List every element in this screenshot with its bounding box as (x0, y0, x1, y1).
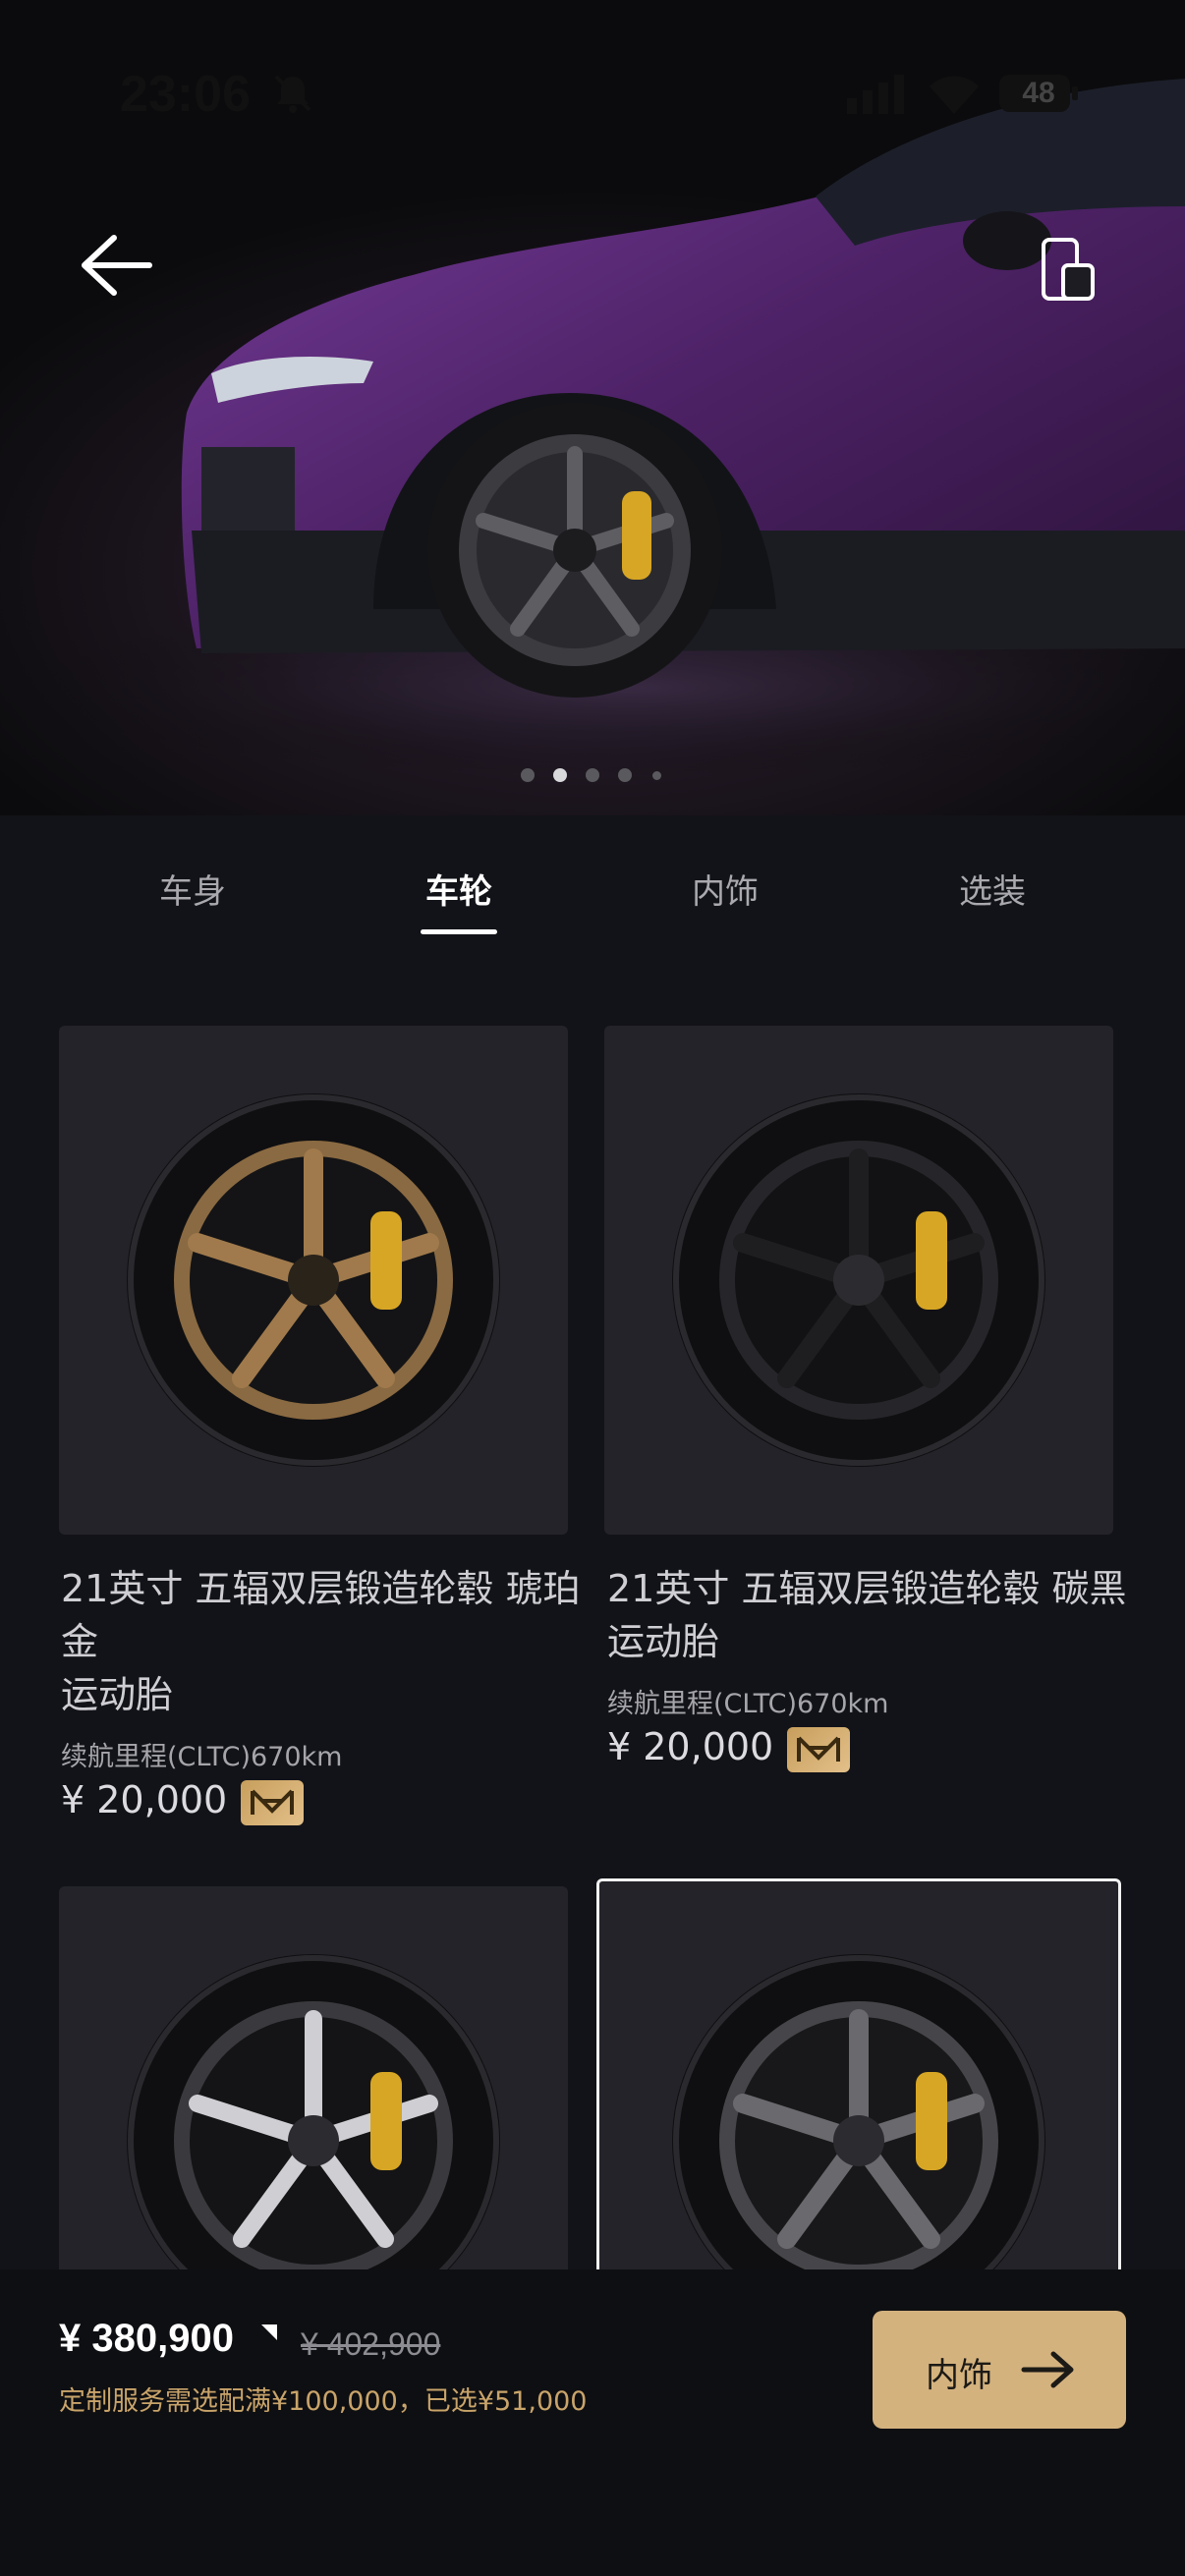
carbon-black-wheel-image (672, 1093, 1045, 1467)
hero-car-image: 23:06 48 (0, 0, 1185, 815)
price-row: ¥ 20,000 (607, 1725, 851, 1772)
option-price: ¥ 20,000 (607, 1725, 774, 1768)
option-price: ¥ 20,000 (61, 1778, 228, 1821)
carousel-dot[interactable] (521, 768, 535, 782)
bottom-price-bar: ¥ 380,900 ¥ 402,900 定制服务需选配满¥100,000，已选¥… (0, 2269, 1185, 2576)
tab-options[interactable]: 选装 (924, 865, 1061, 913)
price-detail-icon[interactable] (261, 2324, 277, 2340)
device-compare-icon[interactable] (1034, 236, 1102, 305)
title-line: 21英寸 五辐双层锻造轮毂 碳黑 (607, 1567, 1127, 1610)
status-time: 23:06 (120, 66, 251, 123)
wheel-option-carbon-black[interactable] (604, 1026, 1113, 1535)
status-bar: 23:06 48 (0, 59, 1185, 128)
muted-bell-icon (274, 75, 311, 113)
next-step-button[interactable]: 内饰 (873, 2311, 1126, 2429)
config-tabs: 车身 车轮 内饰 选装 (0, 855, 1185, 943)
carousel-dot[interactable] (652, 771, 661, 780)
original-price: ¥ 402,900 (301, 2326, 441, 2362)
member-badge-icon (241, 1779, 305, 1825)
title-line: 运动胎 (607, 1620, 720, 1663)
total-price[interactable]: ¥ 380,900 (59, 2317, 234, 2361)
car-illustration (20, 79, 1185, 776)
carousel-dot[interactable] (618, 768, 632, 782)
next-step-label: 内饰 (926, 2356, 992, 2395)
title-line: 运动胎 (61, 1673, 174, 1716)
wifi-icon (930, 76, 979, 114)
range-label: 续航里程(CLTC)670km (61, 1742, 343, 1772)
range-label: 续航里程(CLTC)670km (607, 1689, 889, 1719)
carousel-dot-active[interactable] (553, 768, 567, 782)
customization-note: 定制服务需选配满¥100,000，已选¥51,000 (59, 2386, 588, 2417)
back-arrow-icon[interactable] (75, 226, 163, 305)
tab-wheels[interactable]: 车轮 (390, 865, 528, 913)
cellular-signal-icon (847, 75, 904, 114)
title-line: 21英寸 五辐双层锻造轮毂 琥珀 (61, 1567, 581, 1610)
battery-level: 48 (1022, 77, 1055, 109)
tab-body[interactable]: 车身 (124, 865, 261, 913)
member-badge-icon (787, 1726, 851, 1772)
wheel-option-title: 21英寸 五辐双层锻造轮毂 碳黑 运动胎 (607, 1562, 1157, 1668)
battery-indicator: 48 (998, 71, 1079, 116)
carousel-dot[interactable] (586, 768, 599, 782)
wheel-option-amber-gold[interactable] (59, 1026, 568, 1535)
active-tab-indicator (421, 929, 497, 934)
arrow-right-icon (1021, 2351, 1074, 2388)
price-row: ¥ 20,000 (61, 1778, 305, 1825)
tab-interior[interactable]: 内饰 (656, 865, 794, 913)
carousel-indicator[interactable] (0, 768, 1185, 788)
title-line: 金 (61, 1620, 99, 1663)
wheel-option-title: 21英寸 五辐双层锻造轮毂 琥珀 金 运动胎 (61, 1562, 611, 1721)
amber-gold-wheel-image (127, 1093, 500, 1467)
